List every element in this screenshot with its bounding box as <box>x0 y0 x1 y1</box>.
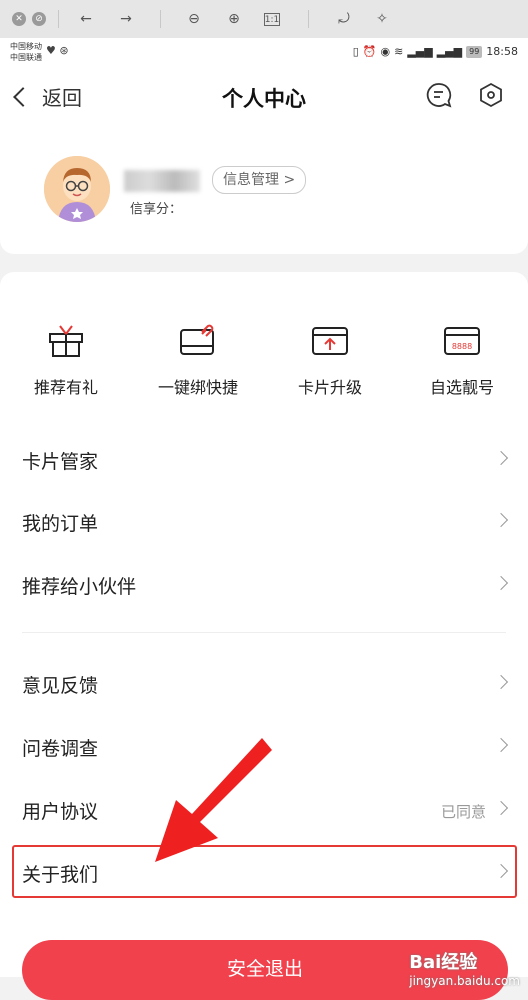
watermark-sub: jingyan.baidu.com <box>409 974 520 988</box>
watermark: Bai经验 jingyan.baidu.com <box>409 948 520 988</box>
annotation-arrow <box>155 738 272 862</box>
watermark-main: Bai经验 <box>409 952 478 973</box>
